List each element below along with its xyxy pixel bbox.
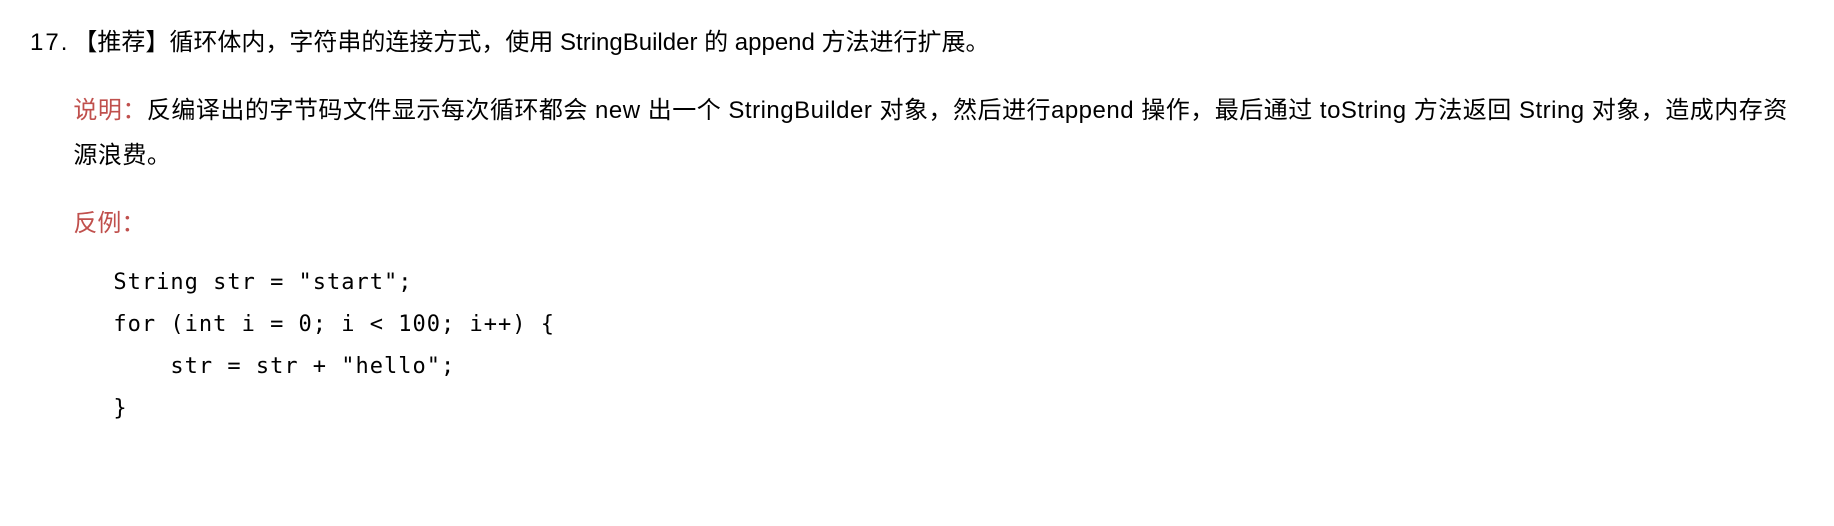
explain-label: 说明：	[73, 97, 147, 124]
rule-title-line: 【推荐】循环体内，字符串的连接方式，使用 StringBuilder 的 app…	[73, 20, 1804, 66]
counter-example-label: 反例：	[73, 210, 145, 237]
rule-item: 17. 【推荐】循环体内，字符串的连接方式，使用 StringBuilder 的…	[30, 20, 1804, 430]
counter-example-block: 反例：	[73, 201, 1804, 247]
rule-content: 【推荐】循环体内，字符串的连接方式，使用 StringBuilder 的 app…	[73, 20, 1804, 430]
rule-title-text: 循环体内，字符串的连接方式，使用 StringBuilder 的 append …	[169, 29, 989, 56]
rule-number: 17.	[30, 20, 69, 66]
rule-tag: 【推荐】	[73, 29, 169, 56]
explain-block: 说明：反编译出的字节码文件显示每次循环都会 new 出一个 StringBuil…	[73, 88, 1804, 179]
code-block: String str = "start"; for (int i = 0; i …	[113, 262, 1804, 429]
explain-text: 反编译出的字节码文件显示每次循环都会 new 出一个 StringBuilder…	[73, 97, 1787, 170]
